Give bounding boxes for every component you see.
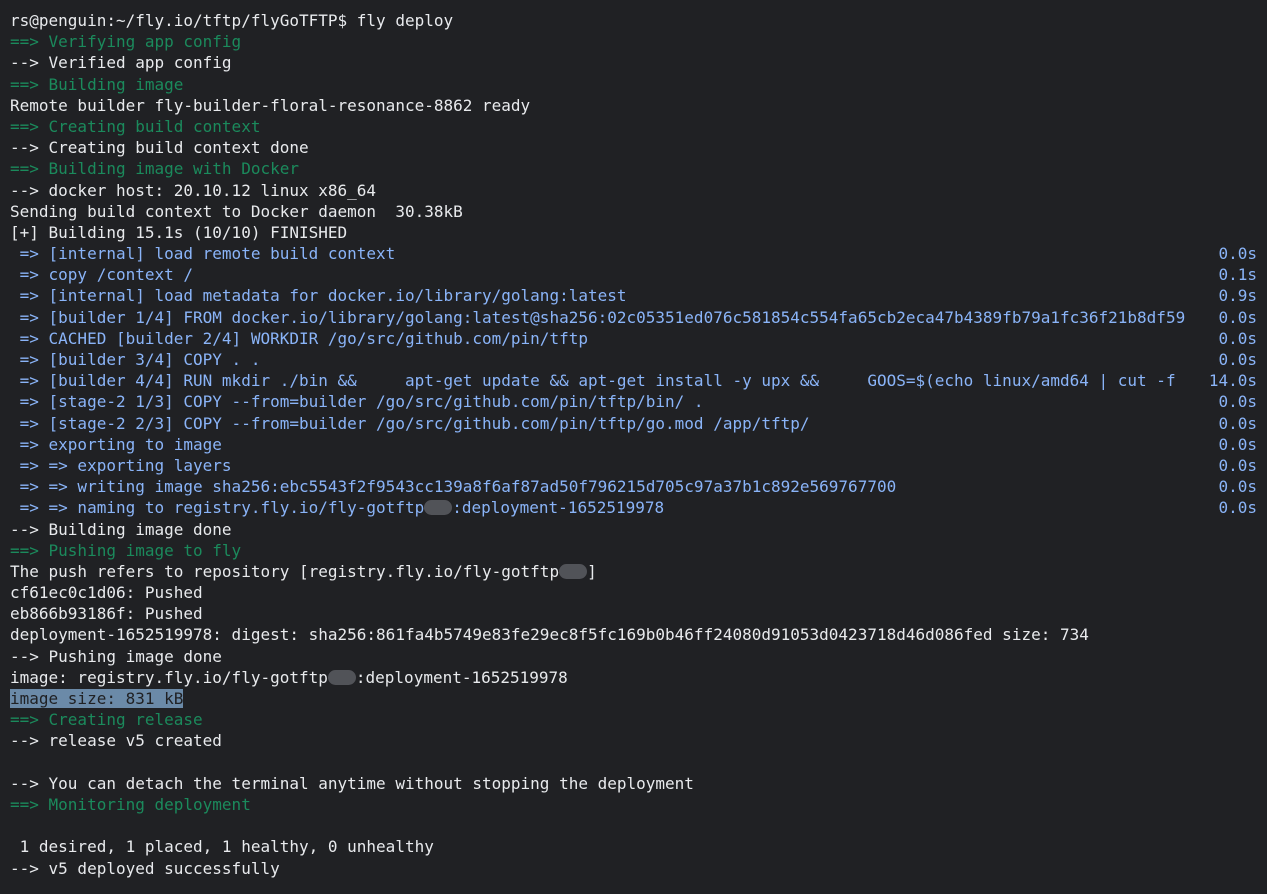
output-line: ==> Verifying app config: [10, 32, 242, 52]
build-step-time: 0.0s: [1218, 307, 1257, 327]
build-step-time: 0.0s: [1218, 455, 1257, 475]
build-step-text: => copy /context /: [10, 265, 194, 285]
output-line: Remote builder fly-builder-floral-resona…: [10, 95, 531, 115]
build-step-text: => [internal] load remote build context: [10, 244, 396, 264]
build-step-time: 0.1s: [1218, 265, 1257, 285]
output-line: --> Pushing image done: [10, 646, 222, 666]
build-step-line: => [builder 4/4] RUN mkdir ./bin && apt-…: [10, 370, 1257, 391]
output-line: --> v5 deployed successfully: [10, 858, 280, 878]
push-ref-suffix: ]: [587, 561, 597, 581]
output-line: eb866b93186f: Pushed: [10, 604, 203, 624]
build-step-line: => [builder 1/4] FROM docker.io/library/…: [10, 307, 1257, 328]
build-step-line: => [builder 3/4] COPY . . 0.0s: [10, 349, 1257, 370]
naming-suffix: :deployment-1652519978: [452, 498, 665, 518]
output-line: ==> Monitoring deployment: [10, 794, 251, 814]
image-line: image: registry.fly.io/fly-gotftp :deploy…: [10, 667, 1257, 688]
build-step-time: 0.0s: [1218, 244, 1257, 264]
output-line: ==> Building image: [10, 74, 184, 94]
build-step-line: => CACHED [builder 2/4] WORKDIR /go/src/…: [10, 328, 1257, 349]
build-step-text: => CACHED [builder 2/4] WORKDIR /go/src/…: [10, 328, 588, 348]
output-line: --> Building image done: [10, 519, 232, 539]
build-step-line: => [stage-2 2/3] COPY --from=builder /go…: [10, 413, 1257, 434]
build-step-time: 0.0s: [1218, 477, 1257, 497]
build-step-line: => => naming to registry.fly.io/fly-gotf…: [10, 497, 1257, 518]
build-step-line: => [internal] load metadata for docker.i…: [10, 285, 1257, 306]
output-line: deployment-1652519978: digest: sha256:86…: [10, 625, 1089, 645]
build-step-line: => => writing image sha256:ebc5543f2f954…: [10, 476, 1257, 497]
output-line: [+] Building 15.1s (10/10) FINISHED: [10, 222, 348, 242]
build-step-text: => [stage-2 2/3] COPY --from=builder /go…: [10, 413, 810, 433]
output-line: ==> Creating release: [10, 710, 203, 730]
build-step-text: => [builder 3/4] COPY . .: [10, 350, 261, 369]
output-line: cf61ec0c1d06: Pushed: [10, 583, 203, 603]
build-step-line: => [stage-2 1/3] COPY --from=builder /go…: [10, 391, 1257, 412]
output-line: --> Verified app config: [10, 53, 232, 73]
build-step-text: => => exporting layers: [10, 455, 232, 475]
output-line: ==> Pushing image to fly: [10, 540, 242, 560]
output-line: ==> Creating build context: [10, 116, 261, 136]
redaction-mark: [327, 669, 356, 685]
redaction-mark: [559, 563, 588, 579]
build-step-time: 14.0s: [1208, 371, 1257, 391]
output-line: --> release v5 created: [10, 731, 222, 751]
build-step-text: => => naming to registry.fly.io/fly-gotf…: [10, 497, 665, 518]
push-ref-line: The push refers to repository [registry.…: [10, 561, 1257, 582]
build-step-time: 0.0s: [1218, 328, 1257, 348]
output-line: --> docker host: 20.10.12 linux x86_64: [10, 180, 377, 200]
image-size-line[interactable]: image size: 831 kB: [10, 688, 1257, 709]
output-line: 1 desired, 1 placed, 1 healthy, 0 unheal…: [10, 837, 434, 857]
build-step-text: => [stage-2 1/3] COPY --from=builder /go…: [10, 392, 704, 412]
build-step-text: => exporting to image: [10, 434, 222, 454]
build-step-line: => exporting to image 0.0s: [10, 434, 1257, 455]
prompt-line: rs@penguin:~/fly.io/tftp/flyGoTFTP$ fly …: [10, 11, 454, 30]
output-line: --> You can detach the terminal anytime …: [10, 773, 694, 793]
build-step-time: 0.0s: [1218, 413, 1257, 433]
image-line-suffix: :deployment-1652519978: [355, 667, 568, 687]
naming-prefix: => => naming to registry.fly.io/fly-gotf…: [10, 498, 425, 518]
selected-text[interactable]: image size: 831 kB: [10, 689, 184, 708]
image-line-prefix: image: registry.fly.io/fly-gotftp: [10, 667, 328, 687]
build-step-time: 0.0s: [1218, 498, 1257, 518]
redaction-mark: [424, 500, 453, 516]
build-step-line: => [internal] load remote build context …: [10, 243, 1257, 264]
build-step-time: 0.9s: [1218, 286, 1257, 306]
build-step-text: => [builder 4/4] RUN mkdir ./bin && apt-…: [10, 371, 1176, 391]
terminal-window[interactable]: rs@penguin:~/fly.io/tftp/flyGoTFTP$ fly …: [0, 0, 1267, 894]
output-line: --> Creating build context done: [10, 138, 309, 158]
push-ref-prefix: The push refers to repository [registry.…: [10, 561, 560, 581]
build-step-line: => copy /context / 0.1s: [10, 264, 1257, 285]
build-step-text: => => writing image sha256:ebc5543f2f954…: [10, 477, 897, 497]
build-step-text: => [builder 1/4] FROM docker.io/library/…: [10, 307, 1186, 327]
build-step-line: => => exporting layers 0.0s: [10, 455, 1257, 476]
build-step-time: 0.0s: [1218, 350, 1257, 369]
build-step-text: => [internal] load metadata for docker.i…: [10, 286, 627, 306]
output-line: ==> Building image with Docker: [10, 159, 299, 179]
build-step-time: 0.0s: [1218, 392, 1257, 412]
build-step-time: 0.0s: [1218, 434, 1257, 454]
output-line: Sending build context to Docker daemon 3…: [10, 201, 463, 221]
